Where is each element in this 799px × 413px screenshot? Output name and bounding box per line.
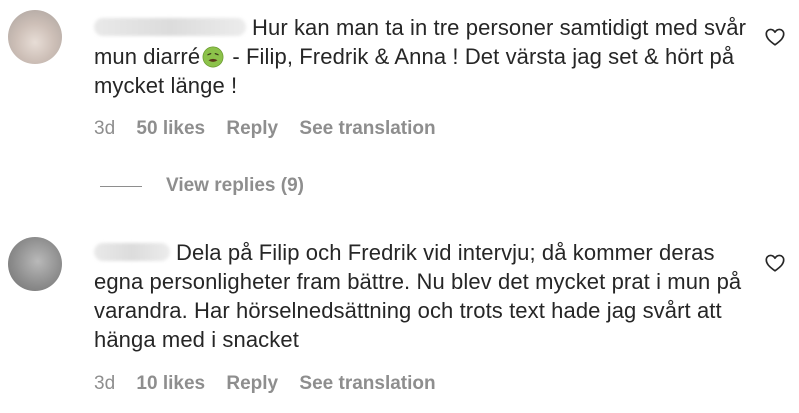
heart-icon[interactable] xyxy=(764,252,786,274)
view-replies-label: View replies (9) xyxy=(166,175,304,196)
view-replies-button[interactable]: View replies (9) xyxy=(100,174,304,198)
reply-button[interactable]: Reply xyxy=(226,118,278,139)
likes-count[interactable]: 10 likes xyxy=(136,373,205,394)
reply-button[interactable]: Reply xyxy=(226,373,278,394)
comment-text: Hur kan man ta in tre personer samtidigt… xyxy=(94,15,746,98)
avatar[interactable] xyxy=(8,10,62,64)
nauseated-face-icon xyxy=(202,46,224,68)
comment-meta: 3d 10 likes Reply See translation xyxy=(94,373,452,395)
avatar[interactable] xyxy=(8,237,62,291)
replies-divider-line xyxy=(100,185,142,187)
username-blurred[interactable] xyxy=(94,243,170,261)
comment-text: Dela på Filip och Fredrik vid intervju; … xyxy=(94,240,742,352)
likes-count[interactable]: 50 likes xyxy=(136,118,205,139)
timestamp[interactable]: 3d xyxy=(94,373,115,394)
see-translation-button[interactable]: See translation xyxy=(299,373,435,394)
see-translation-button[interactable]: See translation xyxy=(299,118,435,139)
username-blurred[interactable] xyxy=(94,18,246,36)
comment-meta: 3d 50 likes Reply See translation xyxy=(94,118,452,140)
heart-icon[interactable] xyxy=(764,26,786,48)
timestamp[interactable]: 3d xyxy=(94,118,115,139)
